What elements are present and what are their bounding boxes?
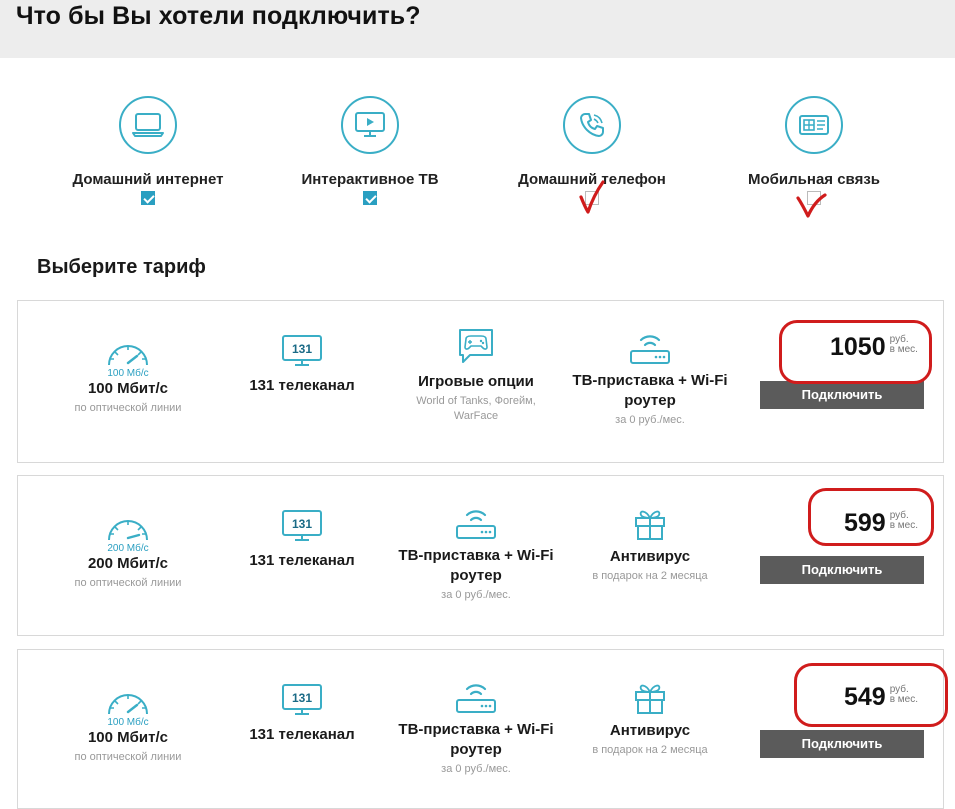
feature-subtitle: за 0 руб./мес. <box>615 414 685 426</box>
feature-title: 100 Мбит/с <box>87 729 169 746</box>
feature-subtitle: за 0 руб./мес. <box>441 589 511 601</box>
feature-title: 131 телеканал <box>249 726 355 743</box>
red-checkmark-annotation <box>796 193 827 218</box>
feature-title: 100 Мбит/с <box>87 380 169 397</box>
service-label: Интерактивное ТВ <box>301 171 439 188</box>
service-checkbox-home-internet[interactable] <box>141 191 155 205</box>
speed-icon-label: 100 Мб/с <box>107 717 149 728</box>
feature-subtitle: по оптической линии <box>74 577 182 589</box>
service-mobile[interactable]: Мобильная связь <box>699 96 929 205</box>
tv-channels-icon: 131 <box>212 678 392 716</box>
connect-button[interactable]: Подключить <box>760 381 924 409</box>
feature-title: Антивирус <box>609 722 691 739</box>
feature-title: ТВ-приставка + Wi-Fi роутер <box>572 372 728 409</box>
feature-subtitle: по оптической линии <box>74 402 182 414</box>
router-icon <box>560 329 740 367</box>
tariff-feature-channels: 131 131 телеканал <box>212 329 392 396</box>
feature-title: 131 телеканал <box>249 552 355 569</box>
feature-subtitle: по оптической линии <box>74 751 182 763</box>
tariff-feature-speed: 100 Мб/с 100 Мбит/с по оптической линии <box>38 329 218 416</box>
tariff-feature-router: ТВ-приставка + Wi-Fi роутер за 0 руб./ме… <box>560 329 740 428</box>
feature-title: Игровые опции <box>418 373 534 390</box>
red-oval-annotation <box>794 663 948 727</box>
tariff-feature-speed: 100 Мб/с 100 Мбит/с по оптической линии <box>38 678 218 765</box>
feature-title: Антивирус <box>609 548 691 565</box>
tv-channels-icon: 131 <box>212 329 392 367</box>
channel-count-label: 131 <box>292 691 312 705</box>
page-header: Что бы Вы хотели подключить? <box>0 0 955 58</box>
tv-channels-icon: 131 <box>212 504 392 542</box>
tariff-feature-antivirus: Антивирус в подарок на 2 месяца <box>560 504 740 584</box>
tariff-feature-channels: 131 131 телеканал <box>212 504 392 571</box>
router-icon <box>386 678 566 716</box>
phone-icon <box>563 96 621 154</box>
feature-title: ТВ-приставка + Wi-Fi роутер <box>398 547 554 584</box>
tariff-feature-router: ТВ-приставка + Wi-Fi роутер за 0 руб./ме… <box>386 504 566 603</box>
service-checkbox-interactive-tv[interactable] <box>363 191 377 205</box>
gift-icon <box>560 678 740 716</box>
service-interactive-tv[interactable]: Интерактивное ТВ <box>255 96 485 205</box>
tv-icon <box>341 96 399 154</box>
tariff-feature-channels: 131 131 телеканал <box>212 678 392 745</box>
sim-card-icon <box>785 96 843 154</box>
gamepad-icon <box>386 325 566 365</box>
gift-icon <box>560 504 740 542</box>
tariff-feature-speed: 200 Мб/с 200 Мбит/с по оптической линии <box>38 504 218 591</box>
red-oval-annotation <box>808 488 934 546</box>
service-label: Домашний интернет <box>72 171 224 188</box>
tariff-feature-games: Игровые опции World of Tanks, Фогейм, Wa… <box>386 325 566 424</box>
service-label: Мобильная связь <box>747 171 880 188</box>
page-title: Что бы Вы хотели подключить? <box>16 2 421 30</box>
feature-subtitle: World of Tanks, Фогейм, WarFace <box>416 395 536 422</box>
speedometer-icon <box>38 678 218 716</box>
tariff-card: 200 Мб/с 200 Мбит/с по оптической линии … <box>17 475 944 636</box>
speedometer-icon <box>38 329 218 367</box>
red-checkmark-annotation <box>579 180 605 214</box>
feature-title: 200 Мбит/с <box>87 555 169 572</box>
tariff-feature-router: ТВ-приставка + Wi-Fi роутер за 0 руб./ме… <box>386 678 566 777</box>
speedometer-icon <box>38 504 218 542</box>
laptop-icon <box>119 96 177 154</box>
tariff-section-title: Выберите тариф <box>37 256 206 278</box>
speed-icon-label: 100 Мб/с <box>107 368 149 379</box>
feature-subtitle: за 0 руб./мес. <box>441 763 511 775</box>
red-oval-annotation <box>779 320 932 384</box>
speed-icon-label: 200 Мб/с <box>107 543 149 554</box>
channel-count-label: 131 <box>292 342 312 356</box>
feature-title: 131 телеканал <box>249 377 355 394</box>
router-icon <box>386 504 566 542</box>
channel-count-label: 131 <box>292 517 312 531</box>
tariff-feature-antivirus: Антивирус в подарок на 2 месяца <box>560 678 740 758</box>
feature-subtitle: в подарок на 2 месяца <box>592 744 708 756</box>
feature-subtitle: в подарок на 2 месяца <box>592 570 708 582</box>
connect-button[interactable]: Подключить <box>760 730 924 758</box>
feature-title: ТВ-приставка + Wi-Fi роутер <box>398 721 554 758</box>
service-home-internet[interactable]: Домашний интернет <box>33 96 263 205</box>
connect-button[interactable]: Подключить <box>760 556 924 584</box>
